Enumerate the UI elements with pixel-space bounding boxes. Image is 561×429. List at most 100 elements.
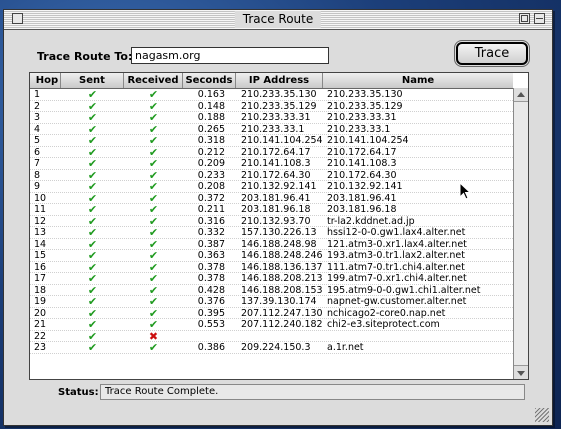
column-header-seconds[interactable]: Seconds (183, 73, 236, 88)
table-row[interactable]: 23 ✔ ✔ 0.386 209.224.150.3 a.1r.net (30, 342, 513, 354)
collapse-box-icon[interactable] (534, 13, 545, 24)
name-cell: 210.132.92.141 (327, 181, 403, 192)
seconds-cell: 0.378 (197, 273, 225, 284)
table-row[interactable]: 6 ✔ ✔ 0.212 210.172.64.17 210.172.64.17 (30, 146, 513, 158)
checkmark-icon: ✔ (87, 261, 98, 273)
checkmark-icon: ✔ (148, 238, 159, 250)
table-row[interactable]: 17 ✔ ✔ 0.378 146.188.208.213 199.atm7-0.xr1.c… (30, 273, 513, 285)
seconds-cell: 0.553 (197, 319, 225, 330)
table-row[interactable]: 4 ✔ ✔ 0.265 210.233.33.1 210.233.33.1 (30, 123, 513, 135)
ip-address-cell: 146.188.248.246 (241, 250, 323, 261)
close-box-icon[interactable] (12, 13, 23, 24)
sent-cell: ✔ (61, 285, 124, 296)
ip-address-cell: 203.181.96.41 (241, 192, 311, 203)
table-row[interactable]: 12 ✔ ✔ 0.316 210.132.93.70 tr-la2.kddnet.ad.j… (30, 215, 513, 227)
checkmark-icon: ✔ (87, 204, 98, 215)
column-header-ip-address[interactable]: IP Address (236, 73, 323, 88)
zoom-box-icon[interactable] (519, 13, 530, 24)
table-row[interactable]: 14 ✔ ✔ 0.387 146.188.248.98 121.atm3-0.xr1.la… (30, 238, 513, 250)
name-cell: 210.172.64.30 (327, 169, 397, 180)
table-row[interactable]: 13 ✔ ✔ 0.332 157.130.226.13 hssi12-0-0.gw1.la… (30, 227, 513, 239)
hop-cell: 20 (34, 307, 47, 318)
name-cell: 195.atm9-0-0.gw1.chi1.alter.net (327, 284, 481, 295)
table-row[interactable]: 3 ✔ ✔ 0.188 210.233.33.31 210.233.33.31 (30, 112, 513, 124)
table-row[interactable]: 10 ✔ ✔ 0.372 203.181.96.41 203.181.96.41 (30, 192, 513, 204)
checkmark-icon: ✔ (148, 100, 159, 112)
table-row[interactable]: 5 ✔ ✔ 0.318 210.141.104.254 210.141.104.254 (30, 135, 513, 147)
sent-cell: ✔ (61, 147, 124, 158)
name-cell: napnet-gw.customer.alter.net (327, 296, 467, 307)
ip-address-cell: 210.233.33.31 (241, 112, 311, 123)
checkmark-icon: ✔ (148, 112, 159, 123)
checkmark-icon: ✔ (148, 250, 159, 261)
trace-button[interactable]: Trace (454, 40, 530, 67)
title-bar[interactable]: Trace Route (4, 10, 552, 30)
column-header-sent[interactable]: Sent (61, 73, 124, 88)
seconds-cell: 0.372 (197, 192, 225, 203)
checkmark-icon: ✔ (87, 112, 98, 123)
scroll-up-arrow-icon[interactable] (514, 88, 528, 102)
ip-address-cell: 137.39.130.174 (241, 296, 317, 307)
ip-address-cell: 157.130.226.13 (241, 227, 317, 238)
ip-address-cell: 210.233.35.130 (241, 89, 317, 100)
column-header-hop[interactable]: Hop (30, 73, 61, 88)
checkmark-icon: ✔ (87, 181, 98, 192)
column-header-received[interactable]: Received (124, 73, 183, 88)
ip-address-cell: 146.188.248.98 (241, 238, 317, 249)
table-row[interactable]: 8 ✔ ✔ 0.233 210.172.64.30 210.172.64.30 (30, 169, 513, 181)
hop-cell: 15 (34, 250, 47, 261)
table-row[interactable]: 15 ✔ ✔ 0.363 146.188.248.246 193.atm3-0.tr1.l… (30, 250, 513, 262)
checkmark-icon: ✔ (87, 192, 98, 204)
received-cell: ✔ (124, 239, 183, 250)
seconds-cell: 0.148 (197, 100, 225, 111)
checkmark-icon: ✔ (87, 146, 98, 158)
table-row[interactable]: 1 ✔ ✔ 0.163 210.233.35.130 210.233.35.130 (30, 89, 513, 101)
sent-cell: ✔ (61, 319, 124, 330)
checkmark-icon: ✔ (148, 169, 159, 181)
received-cell: ✖ (124, 331, 183, 342)
checkmark-icon: ✔ (87, 284, 98, 296)
ip-address-cell: 210.132.92.141 (241, 181, 317, 192)
host-input[interactable] (131, 47, 329, 64)
sent-cell: ✔ (61, 170, 124, 181)
name-cell: 193.atm3-0.tr1.lax2.alter.net (327, 250, 466, 261)
table-row[interactable]: 19 ✔ ✔ 0.376 137.39.130.174 napnet-gw.custome… (30, 296, 513, 308)
received-cell: ✔ (124, 285, 183, 296)
table-row[interactable]: 2 ✔ ✔ 0.148 210.233.35.129 210.233.35.129 (30, 100, 513, 112)
name-cell: 210.172.64.17 (327, 146, 397, 157)
checkmark-icon: ✔ (87, 169, 98, 181)
column-header-name[interactable]: Name (323, 73, 513, 88)
table-row[interactable]: 18 ✔ ✔ 0.428 146.188.208.153 195.atm9-0-0.gw1… (30, 284, 513, 296)
sent-cell: ✔ (61, 112, 124, 123)
sent-cell: ✔ (61, 89, 124, 100)
vertical-scrollbar[interactable] (513, 88, 528, 379)
seconds-cell: 0.428 (197, 284, 225, 295)
checkmark-icon: ✔ (148, 123, 159, 135)
checkmark-icon: ✔ (148, 319, 159, 330)
status-label: Status: (58, 387, 99, 398)
sent-cell: ✔ (61, 158, 124, 169)
table-row[interactable]: 7 ✔ ✔ 0.209 210.141.108.3 210.141.108.3 (30, 158, 513, 170)
hop-cell: 10 (34, 192, 47, 203)
ip-address-cell: 210.132.93.70 (241, 215, 311, 226)
table-row[interactable]: 9 ✔ ✔ 0.208 210.132.92.141 210.132.92.141 (30, 181, 513, 193)
received-cell: ✔ (124, 250, 183, 261)
resize-grip-icon[interactable] (535, 408, 549, 422)
table-row[interactable]: 20 ✔ ✔ 0.395 207.112.247.130 nchicago2-core0.… (30, 307, 513, 319)
ip-address-cell: 203.181.96.18 (241, 204, 311, 215)
table-row[interactable]: 11 ✔ ✔ 0.211 203.181.96.18 203.181.96.18 (30, 204, 513, 216)
sent-cell: ✔ (61, 342, 124, 353)
seconds-cell: 0.209 (197, 158, 225, 169)
sent-cell: ✔ (61, 308, 124, 319)
scroll-down-arrow-icon[interactable] (514, 365, 528, 379)
name-cell: 210.233.35.130 (327, 89, 403, 100)
checkmark-icon: ✔ (148, 273, 159, 284)
table-row[interactable]: 16 ✔ ✔ 0.378 146.188.136.137 111.atm7-0.tr1.c… (30, 261, 513, 273)
table-row[interactable]: 22 ✔ ✖ (30, 331, 513, 342)
trace-route-window: Trace Route Trace Route To: Trace Hop Se… (3, 9, 553, 426)
received-cell: ✔ (124, 181, 183, 192)
seconds-cell: 0.387 (197, 238, 225, 249)
table-row[interactable]: 21 ✔ ✔ 0.553 207.112.240.182 chi2-e3.siteprot… (30, 319, 513, 331)
seconds-cell: 0.318 (197, 135, 225, 146)
name-cell: 199.atm7-0.xr1.chi4.alter.net (327, 273, 467, 284)
